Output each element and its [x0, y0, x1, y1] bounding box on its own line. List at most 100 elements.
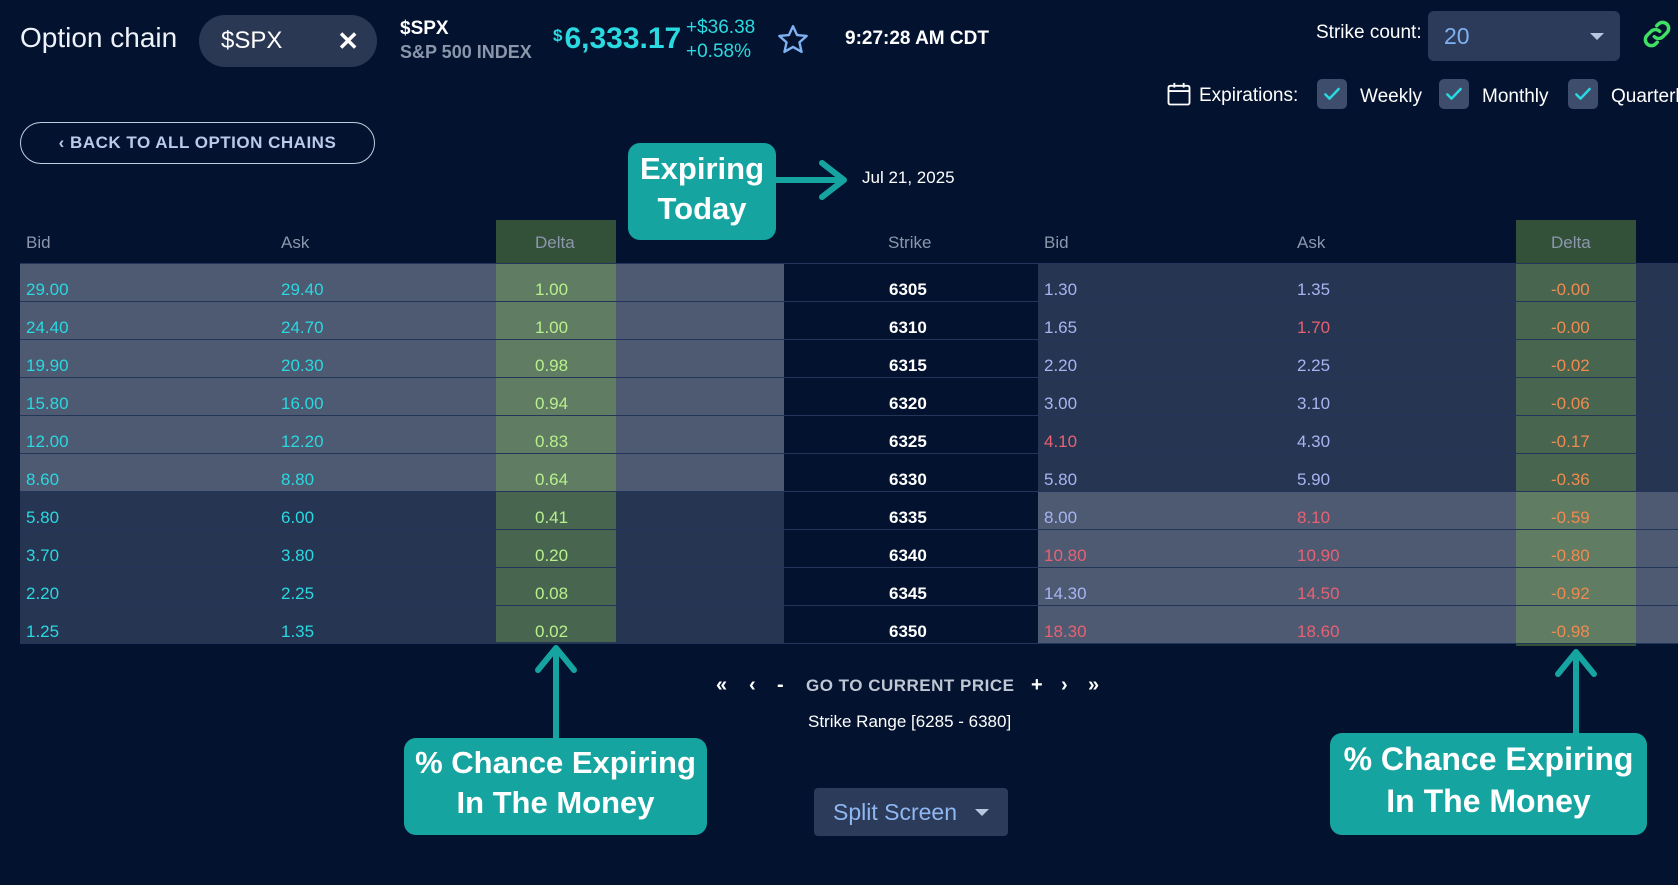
call-delta-cell[interactable]: 0.08 — [535, 584, 568, 604]
put-bid-cell[interactable]: 1.30 — [1044, 280, 1077, 300]
put-bid-cell[interactable]: 1.65 — [1044, 318, 1077, 338]
put-ask-cell[interactable]: 1.35 — [1297, 280, 1330, 300]
put-delta-cell[interactable]: -0.80 — [1551, 546, 1590, 566]
put-bid-cell[interactable]: 5.80 — [1044, 470, 1077, 490]
column-header-call-ask[interactable]: Ask — [281, 233, 309, 253]
call-delta-cell[interactable]: 0.41 — [535, 508, 568, 528]
put-ask-cell[interactable]: 5.90 — [1297, 470, 1330, 490]
call-ask-cell[interactable]: 1.35 — [281, 622, 314, 642]
call-delta-cell[interactable]: 0.64 — [535, 470, 568, 490]
last-page-icon[interactable]: » — [1088, 674, 1099, 697]
put-ask-cell[interactable]: 2.25 — [1297, 356, 1330, 376]
call-ask-cell[interactable]: 16.00 — [281, 394, 324, 414]
call-delta-cell[interactable]: 0.20 — [535, 546, 568, 566]
strike-count-label: Strike count: — [1316, 22, 1422, 43]
weekly-checkbox[interactable]: Weekly — [1317, 79, 1422, 109]
call-ask-cell[interactable]: 20.30 — [281, 356, 324, 376]
quote-time: 9:27:28 AM CDT — [845, 28, 989, 49]
strike-cell: 6315 — [889, 356, 927, 375]
clear-search-icon[interactable]: ✕ — [337, 26, 359, 57]
call-delta-cell[interactable]: 1.00 — [535, 280, 568, 300]
call-ask-cell[interactable]: 3.80 — [281, 546, 314, 566]
call-delta-cell[interactable]: 0.02 — [535, 622, 568, 642]
decrease-strikes-button[interactable]: - — [777, 674, 784, 697]
put-ask-cell[interactable]: 1.70 — [1297, 318, 1330, 338]
put-delta-cell[interactable]: -0.02 — [1551, 356, 1590, 376]
strike-cell: 6320 — [889, 394, 927, 413]
call-bid-cell[interactable]: 24.40 — [26, 318, 69, 338]
put-ask-cell[interactable]: 10.90 — [1297, 546, 1340, 566]
put-ask-cell[interactable]: 4.30 — [1297, 432, 1330, 452]
put-delta-cell[interactable]: -0.92 — [1551, 584, 1590, 604]
put-bid-cell[interactable]: 2.20 — [1044, 356, 1077, 376]
call-bid-cell[interactable]: 3.70 — [26, 546, 59, 566]
symbol-search-input[interactable]: $SPX ✕ — [199, 15, 377, 67]
go-to-current-price-button[interactable]: GO TO CURRENT PRICE — [806, 676, 1014, 696]
call-bid-cell[interactable]: 8.60 — [26, 470, 59, 490]
put-bid-cell[interactable]: 10.80 — [1044, 546, 1087, 566]
call-bid-cell[interactable]: 19.90 — [26, 356, 69, 376]
call-bid-cell[interactable]: 29.00 — [26, 280, 69, 300]
back-to-all-chains-button[interactable]: ‹ BACK TO ALL OPTION CHAINS — [20, 122, 375, 164]
expiration-date: Jul 21, 2025 — [862, 168, 955, 187]
first-page-icon[interactable]: « — [716, 674, 727, 697]
call-ask-cell[interactable]: 12.20 — [281, 432, 324, 452]
call-ask-cell[interactable]: 8.80 — [281, 470, 314, 490]
call-ask-cell[interactable]: 29.40 — [281, 280, 324, 300]
call-bid-cell[interactable]: 5.80 — [26, 508, 59, 528]
call-ask-cell[interactable]: 6.00 — [281, 508, 314, 528]
put-ask-cell[interactable]: 18.60 — [1297, 622, 1340, 642]
put-bid-cell[interactable]: 14.30 — [1044, 584, 1087, 604]
next-page-icon[interactable]: › — [1061, 674, 1068, 697]
strike-cell: 6310 — [889, 318, 927, 337]
arrow-up-icon — [1555, 649, 1597, 736]
monthly-checkbox[interactable]: Monthly — [1439, 79, 1549, 109]
call-delta-cell[interactable]: 0.83 — [535, 432, 568, 452]
call-bid-cell[interactable]: 15.80 — [26, 394, 69, 414]
increase-strikes-button[interactable]: + — [1031, 674, 1043, 697]
put-delta-cell[interactable]: -0.98 — [1551, 622, 1590, 642]
call-bid-cell[interactable]: 2.20 — [26, 584, 59, 604]
column-header-put-bid[interactable]: Bid — [1044, 233, 1069, 253]
column-header-call-bid[interactable]: Bid — [26, 233, 51, 253]
column-header-call-delta[interactable]: Delta — [535, 233, 575, 253]
put-delta-cell[interactable]: -0.00 — [1551, 318, 1590, 338]
strike-cell: 6350 — [889, 622, 927, 641]
put-delta-cell[interactable]: -0.17 — [1551, 432, 1590, 452]
price-change-percent: +0.58% — [686, 41, 751, 62]
expirations-label: Expirations: — [1199, 85, 1299, 106]
quarterly-checkbox[interactable]: Quarterl — [1568, 79, 1678, 109]
put-delta-cell[interactable]: -0.36 — [1551, 470, 1590, 490]
call-delta-cell[interactable]: 0.94 — [535, 394, 568, 414]
put-ask-cell[interactable]: 14.50 — [1297, 584, 1340, 604]
strike-cell: 6335 — [889, 508, 927, 527]
call-bid-cell[interactable]: 1.25 — [26, 622, 59, 642]
put-bid-cell[interactable]: 8.00 — [1044, 508, 1077, 528]
column-header-strike[interactable]: Strike — [888, 233, 931, 253]
call-delta-cell[interactable]: 1.00 — [535, 318, 568, 338]
put-bid-cell[interactable]: 3.00 — [1044, 394, 1077, 414]
call-ask-cell[interactable]: 2.25 — [281, 584, 314, 604]
put-bid-cell[interactable]: 18.30 — [1044, 622, 1087, 642]
put-bid-cell[interactable]: 4.10 — [1044, 432, 1077, 452]
split-screen-dropdown[interactable]: Split Screen — [814, 788, 1008, 836]
call-bid-cell[interactable]: 12.00 — [26, 432, 69, 452]
link-icon[interactable] — [1641, 18, 1673, 50]
callout-line: In The Money — [456, 785, 655, 821]
call-ask-cell[interactable]: 24.70 — [281, 318, 324, 338]
put-delta-cell[interactable]: -0.00 — [1551, 280, 1590, 300]
put-ask-cell[interactable]: 3.10 — [1297, 394, 1330, 414]
strike-cell: 6345 — [889, 584, 927, 603]
put-delta-cell[interactable]: -0.06 — [1551, 394, 1590, 414]
put-delta-cell[interactable]: -0.59 — [1551, 508, 1590, 528]
previous-page-icon[interactable]: ‹ — [749, 674, 756, 697]
arrow-right-icon — [774, 160, 847, 200]
put-ask-cell[interactable]: 8.10 — [1297, 508, 1330, 528]
star-icon[interactable] — [775, 22, 811, 58]
strike-count-select[interactable]: 20 — [1428, 11, 1620, 61]
column-header-put-ask[interactable]: Ask — [1297, 233, 1325, 253]
column-header-put-delta[interactable]: Delta — [1551, 233, 1591, 253]
call-delta-cell[interactable]: 0.98 — [535, 356, 568, 376]
search-value[interactable]: $SPX — [221, 27, 282, 55]
last-price: $6,333.17 — [553, 22, 681, 56]
